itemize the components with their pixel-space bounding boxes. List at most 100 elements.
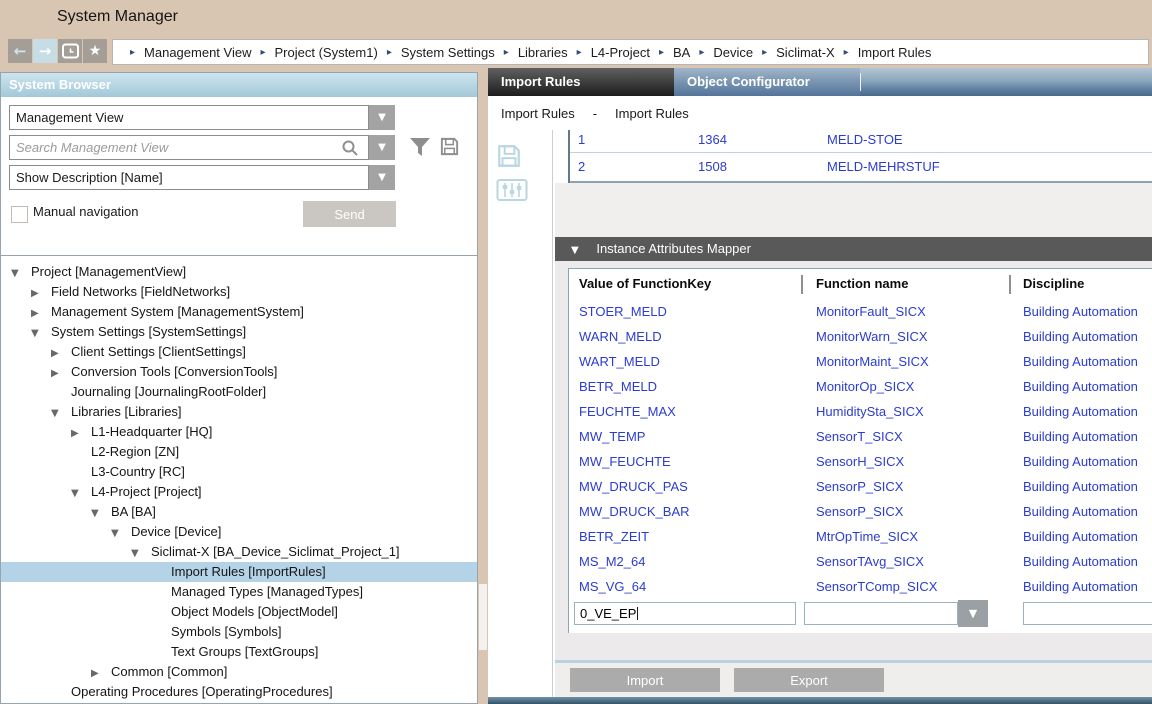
table-row[interactable]: MS_VG_64SensorTComp_SICXBuilding Automat…: [569, 574, 1152, 599]
display-mode-selector[interactable]: Show Description [Name]: [9, 165, 369, 190]
tree-item[interactable]: Managed Types [ManagedTypes]: [1, 582, 477, 602]
table-row[interactable]: MW_DRUCK_BARSensorP_SICXBuilding Automat…: [569, 499, 1152, 524]
table-row[interactable]: STOER_MELDMonitorFault_SICXBuilding Auto…: [569, 299, 1152, 324]
breadcrumb-item[interactable]: Import Rules: [858, 45, 932, 60]
table-row[interactable]: MW_DRUCK_PASSensorP_SICXBuilding Automat…: [569, 474, 1152, 499]
export-button[interactable]: Export: [734, 668, 884, 692]
manual-navigation-checkbox[interactable]: [11, 206, 28, 223]
breadcrumb-item[interactable]: BA: [673, 45, 690, 60]
collapse-icon[interactable]: ▼: [11, 264, 31, 284]
tree-item[interactable]: Import Rules [ImportRules]: [1, 562, 477, 582]
tree-item[interactable]: ▼Device [Device]: [1, 522, 477, 542]
search-dropdown-button[interactable]: ▼: [369, 135, 395, 160]
display-mode-dropdown-button[interactable]: ▼: [369, 165, 395, 190]
tree-item[interactable]: ▼Libraries [Libraries]: [1, 402, 477, 422]
save-filter-icon[interactable]: [439, 136, 460, 162]
tree-item[interactable]: ▶Common [Common]: [1, 662, 477, 682]
vertical-scrollbar-thumb[interactable]: [479, 584, 487, 650]
tree-item[interactable]: ▶Management System [ManagementSystem]: [1, 302, 477, 322]
function-name-dropdown-button[interactable]: ▼: [958, 600, 988, 627]
view-selector-dropdown-button[interactable]: ▼: [369, 105, 395, 130]
tree-item[interactable]: ▶Conversion Tools [ConversionTools]: [1, 362, 477, 382]
breadcrumb-item[interactable]: Libraries: [518, 45, 568, 60]
tab-import-rules[interactable]: Import Rules: [488, 68, 674, 96]
column-separator[interactable]: [801, 275, 803, 294]
functionkey-cell: BETR_ZEIT: [579, 524, 649, 549]
tree-item[interactable]: ▼Siclimat-X [BA_Device_Siclimat_Project_…: [1, 542, 477, 562]
mapper-section-header[interactable]: ▼ Instance Attributes Mapper: [555, 237, 1152, 261]
view-selector[interactable]: Management View: [9, 105, 369, 130]
table-row[interactable]: 21508MELD-MEHRSTUF: [570, 153, 1152, 183]
expand-icon[interactable]: ▶: [51, 344, 71, 364]
tree-item[interactable]: Object Models [ObjectModel]: [1, 602, 477, 622]
table-row[interactable]: MS_M2_64SensorTAvg_SICXBuilding Automati…: [569, 549, 1152, 574]
workspace-breadcrumb-primary[interactable]: Import Rules: [501, 106, 575, 121]
table-row[interactable]: BETR_MELDMonitorOp_SICXBuilding Automati…: [569, 374, 1152, 399]
tree-item[interactable]: ▶Client Settings [ClientSettings]: [1, 342, 477, 362]
column-header[interactable]: Discipline: [1023, 269, 1084, 299]
tree-item[interactable]: ▼Project [ManagementView]: [1, 262, 477, 282]
table-row[interactable]: MW_TEMPSensorT_SICXBuilding Automation: [569, 424, 1152, 449]
send-button[interactable]: Send: [303, 201, 396, 227]
tree-item[interactable]: ▶L1-Headquarter [HQ]: [1, 422, 477, 442]
expand-icon[interactable]: ▶: [51, 364, 71, 384]
table-row[interactable]: BETR_ZEITMtrOpTime_SICXBuilding Automati…: [569, 524, 1152, 549]
tree-item-label: L3-Country [RC]: [91, 464, 185, 479]
tree-item[interactable]: L2-Region [ZN]: [1, 442, 477, 462]
tree-item[interactable]: Operating Procedures [OperatingProcedure…: [1, 682, 477, 702]
collapse-icon[interactable]: ▼: [91, 504, 111, 524]
tree-item[interactable]: ▼System Settings [SystemSettings]: [1, 322, 477, 342]
column-separator[interactable]: [1009, 275, 1011, 294]
tab-object-configurator[interactable]: Object Configurator: [674, 68, 860, 96]
save-button[interactable]: [496, 143, 522, 169]
search-input[interactable]: [9, 135, 369, 160]
table-row[interactable]: WARN_MELDMonitorWarn_SICXBuilding Automa…: [569, 324, 1152, 349]
collapse-icon[interactable]: ▼: [71, 484, 91, 504]
expand-icon[interactable]: ▶: [31, 284, 51, 304]
table-row[interactable]: MW_FEUCHTESensorH_SICXBuilding Automatio…: [569, 449, 1152, 474]
tree-item[interactable]: ▼L4-Project [Project]: [1, 482, 477, 502]
tree-item-label: Managed Types [ManagedTypes]: [171, 584, 363, 599]
tree-item[interactable]: L3-Country [RC]: [1, 462, 477, 482]
tree-item-label: Operating Procedures [OperatingProcedure…: [71, 684, 333, 699]
collapse-icon[interactable]: ▼: [111, 524, 131, 544]
breadcrumb-item[interactable]: Project (System1): [275, 45, 378, 60]
breadcrumb-item[interactable]: System Settings: [401, 45, 495, 60]
tree-item[interactable]: Journaling [JournalingRootFolder]: [1, 382, 477, 402]
breadcrumb-item[interactable]: Management View: [144, 45, 251, 60]
collapse-icon[interactable]: ▼: [51, 404, 71, 424]
table-row[interactable]: 11364MELD-STOE: [570, 130, 1152, 153]
import-button[interactable]: Import: [570, 668, 720, 692]
breadcrumb-item[interactable]: Siclimat-X: [776, 45, 835, 60]
expand-icon[interactable]: ▶: [31, 304, 51, 324]
breadcrumb-item[interactable]: Device: [713, 45, 753, 60]
function-name-cell: SensorP_SICX: [816, 499, 903, 524]
history-button[interactable]: [58, 39, 82, 63]
column-header[interactable]: Value of FunctionKey: [579, 269, 711, 299]
tab-divider: [860, 73, 861, 91]
rule-name: MELD-STOE: [827, 130, 903, 150]
tree-item[interactable]: Symbols [Symbols]: [1, 622, 477, 642]
function-name-cell: MonitorMaint_SICX: [816, 349, 929, 374]
back-button[interactable]: ←: [8, 39, 32, 63]
functionkey-cell: WART_MELD: [579, 349, 660, 374]
expand-icon[interactable]: ▶: [71, 424, 91, 444]
forward-button[interactable]: →: [33, 39, 57, 63]
expand-icon[interactable]: ▶: [91, 664, 111, 684]
collapse-icon[interactable]: ▼: [31, 324, 51, 344]
favorites-button[interactable]: ★: [83, 39, 107, 63]
filter-icon[interactable]: [409, 137, 431, 163]
table-row[interactable]: WART_MELDMonitorMaint_SICXBuilding Autom…: [569, 349, 1152, 374]
settings-button[interactable]: [496, 178, 528, 202]
new-function-name-input[interactable]: [804, 602, 958, 625]
tree-item[interactable]: ▼BA [BA]: [1, 502, 477, 522]
tree-item-label: Siclimat-X [BA_Device_Siclimat_Project_1…: [151, 544, 400, 559]
new-discipline-input[interactable]: [1023, 602, 1152, 625]
breadcrumb-item[interactable]: L4-Project: [591, 45, 650, 60]
collapse-icon[interactable]: ▼: [131, 544, 151, 564]
tree-item[interactable]: Text Groups [TextGroups]: [1, 642, 477, 662]
table-row[interactable]: FEUCHTE_MAXHumiditySta_SICXBuilding Auto…: [569, 399, 1152, 424]
new-functionkey-input[interactable]: 0_VE_EP: [574, 602, 796, 625]
tree-item[interactable]: ▶Field Networks [FieldNetworks]: [1, 282, 477, 302]
column-header[interactable]: Function name: [816, 269, 908, 299]
